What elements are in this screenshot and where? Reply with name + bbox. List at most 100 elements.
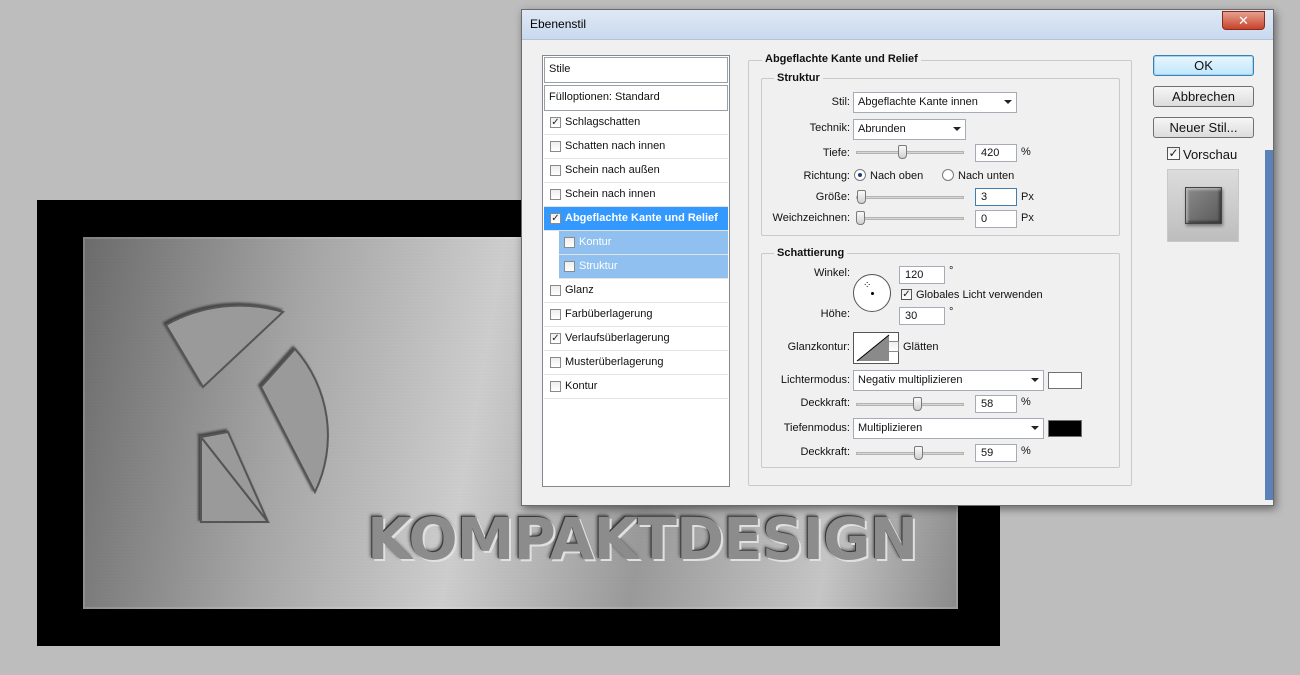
style-item-color-overlay[interactable]: Farbüberlagerung: [544, 303, 728, 327]
angle-input[interactable]: 120: [899, 266, 945, 284]
contour-sub-checkbox[interactable]: [564, 237, 575, 248]
shadow-color-swatch[interactable]: [1048, 420, 1082, 437]
ok-button[interactable]: OK: [1153, 55, 1254, 76]
chevron-down-icon: [1004, 100, 1012, 104]
contour-preview-icon: [856, 334, 890, 362]
color-overlay-checkbox[interactable]: [550, 309, 561, 320]
soften-slider-track[interactable]: [856, 217, 964, 220]
antialias-label: Glätten: [903, 341, 939, 353]
style-item-pattern-overlay[interactable]: Musterüberlagerung: [544, 351, 728, 375]
highlight-color-swatch[interactable]: [1048, 372, 1082, 389]
style-item-bevel-emboss[interactable]: ✓ Abgeflachte Kante und Relief: [544, 207, 728, 231]
style-item-label: Abgeflachte Kante und Relief: [565, 212, 718, 224]
style-item-satin[interactable]: Glanz: [544, 279, 728, 303]
global-light-label: Globales Licht verwenden: [916, 289, 1043, 301]
style-item-label: Musterüberlagerung: [565, 356, 664, 368]
style-item-contour-sub[interactable]: Kontur: [559, 231, 728, 255]
drop-shadow-checkbox[interactable]: ✓: [550, 117, 561, 128]
style-item-texture-sub[interactable]: Struktur: [559, 255, 728, 279]
fill-options-label: Fülloptionen: Standard: [549, 91, 660, 103]
depth-slider-thumb[interactable]: [897, 145, 907, 159]
style-item-inner-glow[interactable]: Schein nach innen: [544, 183, 728, 207]
shading-title: Schattierung: [774, 247, 848, 259]
highlight-mode-select[interactable]: Negativ multiplizieren: [853, 370, 1044, 391]
shadow-opacity-thumb[interactable]: [914, 446, 924, 460]
chevron-down-icon: [953, 127, 961, 131]
shadow-mode-label: Tiefenmodus:: [783, 422, 850, 434]
inner-shadow-checkbox[interactable]: [550, 141, 561, 152]
angle-label: Winkel:: [813, 267, 850, 279]
pattern-overlay-checkbox[interactable]: [550, 357, 561, 368]
depth-label: Tiefe:: [822, 147, 850, 159]
structure-title: Struktur: [774, 72, 823, 84]
satin-checkbox[interactable]: [550, 285, 561, 296]
style-item-stroke[interactable]: Kontur: [544, 375, 728, 399]
style-item-drop-shadow[interactable]: ✓ Schlagschatten: [544, 111, 728, 135]
altitude-input[interactable]: 30: [899, 307, 945, 325]
technique-select[interactable]: Abrunden: [853, 119, 966, 140]
style-label: Stil:: [831, 96, 850, 108]
fill-options-item[interactable]: Fülloptionen: Standard: [544, 85, 728, 111]
highlight-mode-value: Negativ multiplizieren: [858, 374, 963, 386]
style-list-header[interactable]: Stile: [544, 57, 728, 83]
close-button[interactable]: ✕: [1222, 11, 1265, 30]
bevel-style-select[interactable]: Abgeflachte Kante innen: [853, 92, 1017, 113]
bevel-emboss-checkbox[interactable]: ✓: [550, 213, 561, 224]
style-item-label: Farbüberlagerung: [565, 308, 653, 320]
size-slider-thumb[interactable]: [856, 190, 866, 204]
angle-dial[interactable]: ⁘: [853, 274, 891, 312]
antialias-checkbox[interactable]: [888, 341, 899, 352]
angle-dial-center: [871, 292, 874, 295]
gradient-overlay-checkbox[interactable]: ✓: [550, 333, 561, 344]
depth-slider-track[interactable]: [856, 151, 964, 154]
style-item-label: Kontur: [565, 380, 598, 392]
style-item-outer-glow[interactable]: Schein nach außen: [544, 159, 728, 183]
preview-label: Vorschau: [1183, 147, 1238, 162]
stroke-checkbox[interactable]: [550, 381, 561, 392]
highlight-opacity-label: Deckkraft:: [800, 397, 850, 409]
brand-text: KOMPAKTDESIGN: [367, 505, 918, 573]
window-edge-strip: [1265, 150, 1273, 500]
highlight-opacity-thumb[interactable]: [913, 397, 923, 411]
shadow-opacity-input[interactable]: 59: [975, 444, 1017, 462]
soften-input[interactable]: 0: [975, 210, 1017, 228]
new-style-button[interactable]: Neuer Stil...: [1153, 117, 1254, 138]
highlight-mode-label: Lichtermodus:: [780, 374, 850, 386]
depth-input[interactable]: 420: [975, 144, 1017, 162]
highlight-opacity-track[interactable]: [856, 403, 964, 406]
shadow-mode-select[interactable]: Multiplizieren: [853, 418, 1044, 439]
style-item-label: Schein nach innen: [565, 188, 656, 200]
global-light-checkbox[interactable]: ✓: [901, 289, 912, 300]
outer-glow-checkbox[interactable]: [550, 165, 561, 176]
highlight-opacity-input[interactable]: 58: [975, 395, 1017, 413]
inner-glow-checkbox[interactable]: [550, 189, 561, 200]
highlight-opacity-unit: %: [1021, 396, 1031, 408]
style-item-label: Verlaufsüberlagerung: [565, 332, 670, 344]
style-item-inner-shadow[interactable]: Schatten nach innen: [544, 135, 728, 159]
direction-down-radio[interactable]: [942, 169, 954, 181]
dialog-titlebar[interactable]: Ebenenstil ✕: [522, 10, 1273, 40]
style-item-label: Schlagschatten: [565, 116, 641, 128]
chevron-down-icon: [1031, 426, 1039, 430]
technique-value: Abrunden: [858, 123, 906, 135]
altitude-unit: °: [949, 306, 954, 318]
style-item-label: Struktur: [579, 260, 618, 272]
style-item-gradient-overlay[interactable]: ✓ Verlaufsüberlagerung: [544, 327, 728, 351]
technique-label: Technik:: [809, 122, 850, 134]
preview-checkbox[interactable]: ✓: [1167, 147, 1180, 160]
direction-up-radio[interactable]: [854, 169, 866, 181]
cancel-button[interactable]: Abbrechen: [1153, 86, 1254, 107]
shadow-opacity-track[interactable]: [856, 452, 964, 455]
style-list: Stile Fülloptionen: Standard ✓ Schlagsch…: [542, 55, 730, 487]
texture-sub-checkbox[interactable]: [564, 261, 575, 272]
depth-unit: %: [1021, 146, 1031, 158]
size-input[interactable]: 3: [975, 188, 1017, 206]
bevel-emboss-title: Abgeflachte Kante und Relief: [762, 53, 921, 65]
direction-label: Richtung:: [803, 170, 850, 182]
bevel-style-value: Abgeflachte Kante innen: [858, 96, 978, 108]
soften-slider-thumb[interactable]: [856, 211, 865, 225]
shadow-mode-value: Multiplizieren: [858, 422, 923, 434]
size-slider-track[interactable]: [856, 196, 964, 199]
size-label: Größe:: [815, 191, 850, 203]
gloss-contour-label: Glanzkontur:: [787, 341, 850, 353]
